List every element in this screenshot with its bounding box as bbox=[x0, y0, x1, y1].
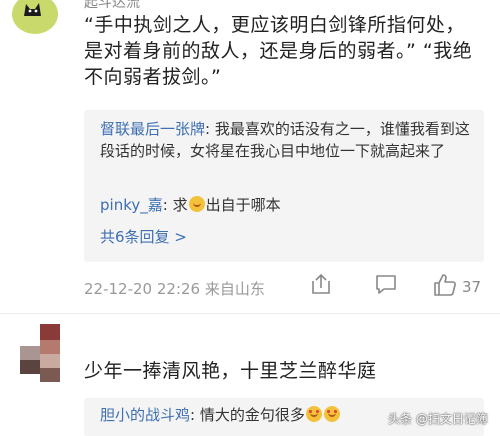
divider bbox=[0, 313, 500, 314]
timestamp: 22-12-20 22:26 bbox=[84, 280, 201, 298]
heart-eyes-emoji-icon bbox=[305, 406, 322, 422]
comment-text: “手中执剑之人，更应该明白剑锋所指何处，是对着身前的敌人，还是身后的弱者。” “… bbox=[84, 14, 473, 88]
reply-username[interactable]: pinky_嘉 bbox=[100, 196, 163, 214]
avatar[interactable] bbox=[20, 324, 60, 382]
reply-text: 求 bbox=[172, 196, 188, 214]
thumbs-up-icon[interactable] bbox=[432, 272, 458, 298]
reply-colon: : bbox=[162, 196, 173, 214]
reply-username[interactable]: 督联最后一张牌 bbox=[100, 120, 205, 138]
reply-colon: : bbox=[190, 406, 200, 424]
comment-icon[interactable] bbox=[374, 272, 398, 296]
more-replies-link[interactable]: 共6条回复 > bbox=[100, 226, 187, 247]
location: 来自山东 bbox=[204, 280, 265, 298]
username[interactable]: 起斗达流 bbox=[84, 0, 140, 12]
reply-item: 胆小的战斗鸡: 情大的金句很多 bbox=[100, 404, 341, 426]
comment-meta: 22-12-20 22:26 来自山东 bbox=[84, 278, 265, 299]
share-icon[interactable] bbox=[310, 272, 332, 296]
laugh-emoji-icon bbox=[188, 196, 205, 212]
watermark: 头条 @扫文日记簿 bbox=[388, 412, 488, 426]
replies-box: 督联最后一张牌: 我最喜欢的话没有之一，谁懂我看到这段话的时候，女将星在我心目中… bbox=[84, 110, 484, 262]
comment-text: 少年一捧清风艳，十里芝兰醉华庭 bbox=[84, 360, 377, 382]
avatar[interactable] bbox=[12, 0, 58, 34]
reply-item: 督联最后一张牌: 我最喜欢的话没有之一，谁懂我看到这段话的时候，女将星在我心目中… bbox=[100, 118, 472, 162]
reply-item: pinky_嘉: 求出自于哪本 bbox=[100, 194, 281, 216]
like-count: 37 bbox=[462, 278, 482, 296]
reply-text: 出自于哪本 bbox=[205, 196, 281, 214]
reply-username[interactable]: 胆小的战斗鸡 bbox=[100, 406, 190, 424]
cat-icon bbox=[24, 3, 41, 16]
heart-eyes-emoji-icon bbox=[323, 406, 340, 422]
reply-text: 情大的金句很多 bbox=[199, 406, 305, 424]
reply-colon: : bbox=[205, 120, 215, 138]
